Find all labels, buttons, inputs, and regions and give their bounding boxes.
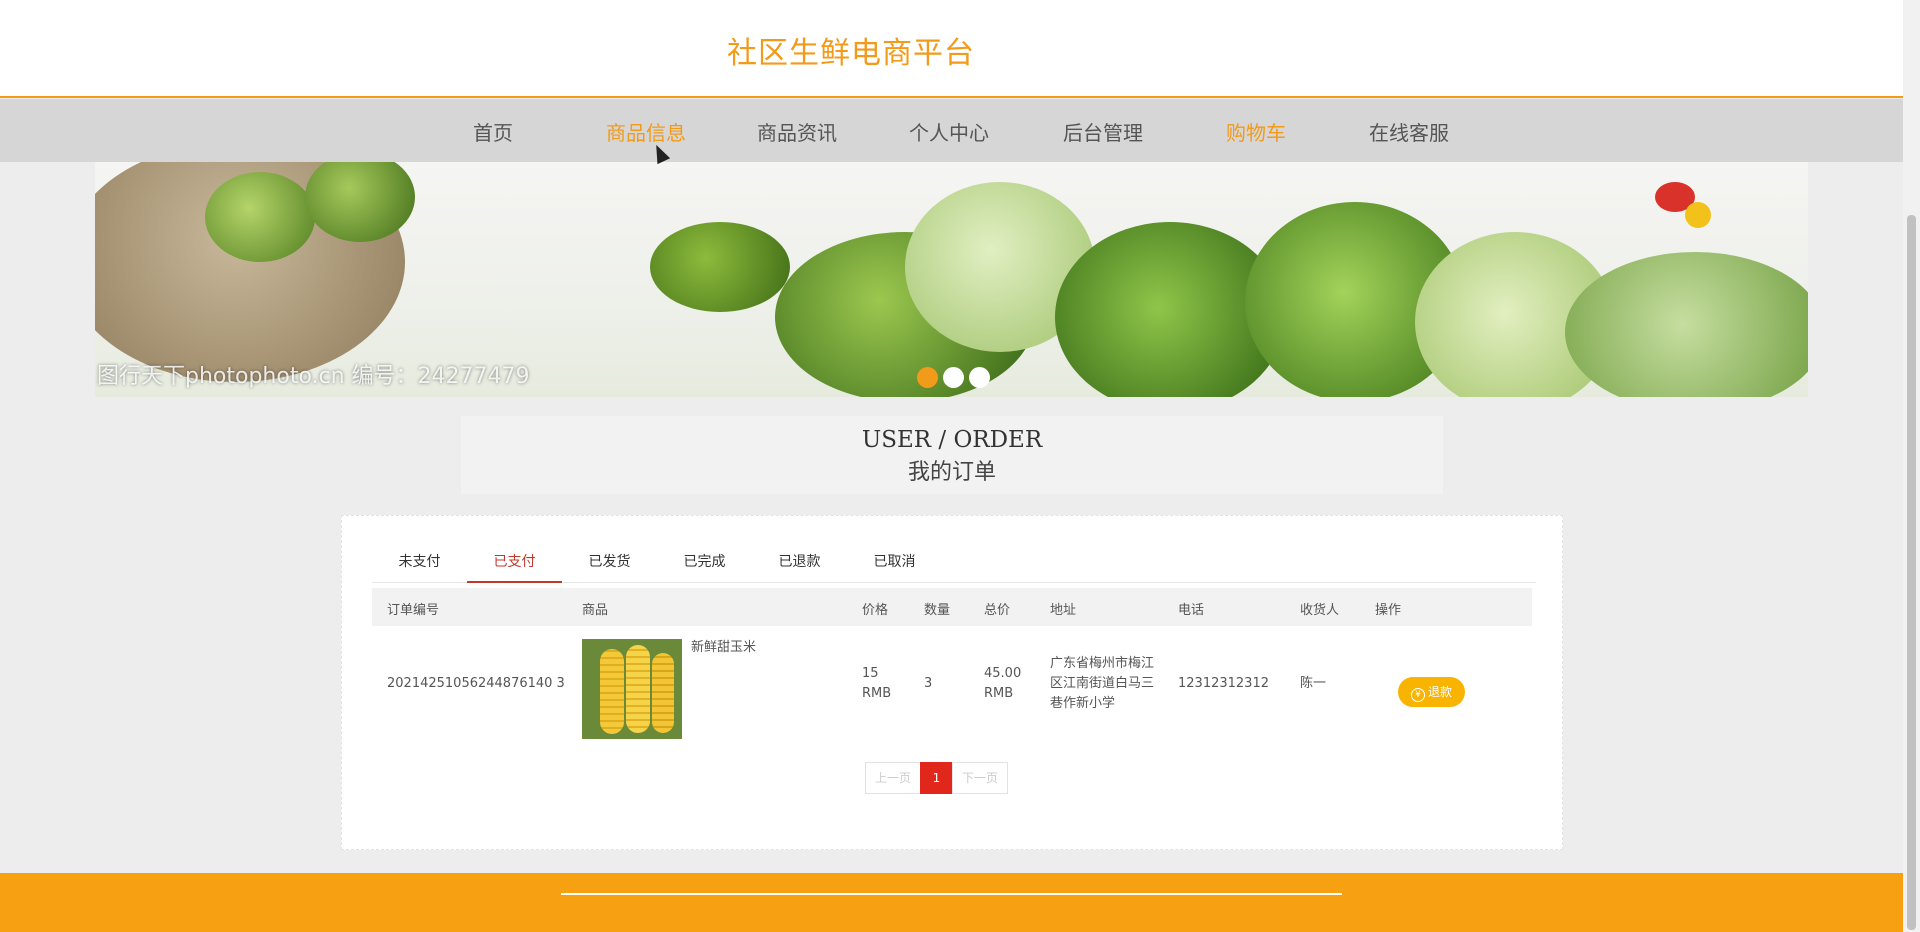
cucumber-image — [205, 172, 315, 262]
page: 社区生鲜电商平台 首页 商品信息 商品资讯 个人中心 后台管理 购物车 在线客服… — [0, 0, 1903, 932]
section-title-en: USER / ORDER — [861, 427, 1043, 453]
product-name[interactable]: 新鲜甜玉米 — [691, 638, 756, 658]
site-title: 社区生鲜电商平台 — [727, 36, 975, 71]
delivery-address: 广东省梅州市梅江区江南街道白马三巷作新小学 — [1050, 656, 1155, 711]
receiver-name: 陈一 — [1300, 676, 1327, 691]
col-receiver: 收货人 — [1300, 603, 1340, 618]
main-nav: 首页 商品信息 商品资讯 个人中心 后台管理 购物车 在线客服 — [0, 99, 1903, 162]
order-status-tabs: 未支付 已支付 已发货 已完成 已退款 已取消 — [372, 531, 1536, 583]
item-total: 45.00 RMB — [984, 666, 1022, 701]
carousel-dot-2[interactable] — [943, 367, 964, 388]
next-page-button[interactable]: 下一页 — [952, 762, 1008, 794]
nav-cart[interactable]: 购物车 — [1226, 117, 1286, 146]
section-title-cn: 我的订单 — [907, 460, 996, 485]
col-price: 价格 — [862, 603, 889, 618]
col-action: 操作 — [1375, 603, 1402, 618]
footer-divider — [561, 893, 1342, 895]
banner-watermark: 图行天下photophoto.cn 编号：24277479 — [97, 364, 530, 389]
col-order-no: 订单编号 — [387, 603, 440, 618]
nav-profile[interactable]: 个人中心 — [909, 117, 989, 146]
carousel-dot-1[interactable] — [917, 367, 938, 388]
footer — [0, 873, 1903, 932]
pepper-image — [1685, 202, 1711, 228]
greens-image-2 — [1565, 252, 1808, 397]
col-address: 地址 — [1050, 603, 1077, 618]
section-heading: USER / ORDER 我的订单 — [461, 416, 1443, 494]
nav-admin[interactable]: 后台管理 — [1063, 117, 1143, 146]
col-total: 总价 — [984, 603, 1011, 618]
nav-service[interactable]: 在线客服 — [1369, 117, 1449, 146]
item-quantity: 3 — [924, 676, 933, 691]
refund-button[interactable]: ¥ 退款 — [1398, 677, 1465, 707]
tab-paid[interactable]: 已支付 — [467, 531, 562, 583]
col-phone: 电话 — [1178, 603, 1205, 618]
tab-shipped[interactable]: 已发货 — [562, 531, 657, 583]
prev-page-button[interactable]: 上一页 — [865, 762, 921, 794]
page-scrollbar[interactable] — [1903, 0, 1920, 932]
tab-unpaid[interactable]: 未支付 — [372, 531, 467, 583]
header: 社区生鲜电商平台 — [0, 0, 1903, 98]
banner-carousel[interactable]: 图行天下photophoto.cn 编号：24277479 — [95, 162, 1808, 397]
order-number: 20214251056244876140 3 — [387, 676, 565, 691]
tab-completed[interactable]: 已完成 — [657, 531, 752, 583]
nav-products[interactable]: 商品信息 — [606, 117, 686, 146]
product-thumbnail[interactable] — [582, 639, 682, 739]
table-header: 订单编号 商品 价格 数量 总价 地址 电话 收货人 操作 — [372, 588, 1532, 626]
yen-icon: ¥ — [1410, 688, 1425, 702]
col-quantity: 数量 — [924, 603, 951, 618]
table-row: 20214251056244876140 3 新鲜甜玉米 15 RMB 3 45… — [372, 626, 1532, 746]
col-product: 商品 — [582, 603, 609, 618]
zucchini-image — [650, 222, 790, 312]
item-price: 15 RMB — [862, 666, 892, 701]
phone-number: 12312312312 — [1178, 676, 1269, 691]
scrollbar-thumb[interactable] — [1907, 215, 1916, 930]
tab-refunded[interactable]: 已退款 — [752, 531, 847, 583]
page-1-button[interactable]: 1 — [920, 762, 953, 794]
carousel-dot-3[interactable] — [969, 367, 990, 388]
orders-panel: 未支付 已支付 已发货 已完成 已退款 已取消 订单编号 商品 价格 数量 总价… — [341, 515, 1563, 850]
refund-label: 退款 — [1427, 685, 1452, 699]
nav-news[interactable]: 商品资讯 — [757, 117, 837, 146]
tab-cancelled[interactable]: 已取消 — [847, 531, 942, 583]
nav-home[interactable]: 首页 — [473, 117, 513, 146]
